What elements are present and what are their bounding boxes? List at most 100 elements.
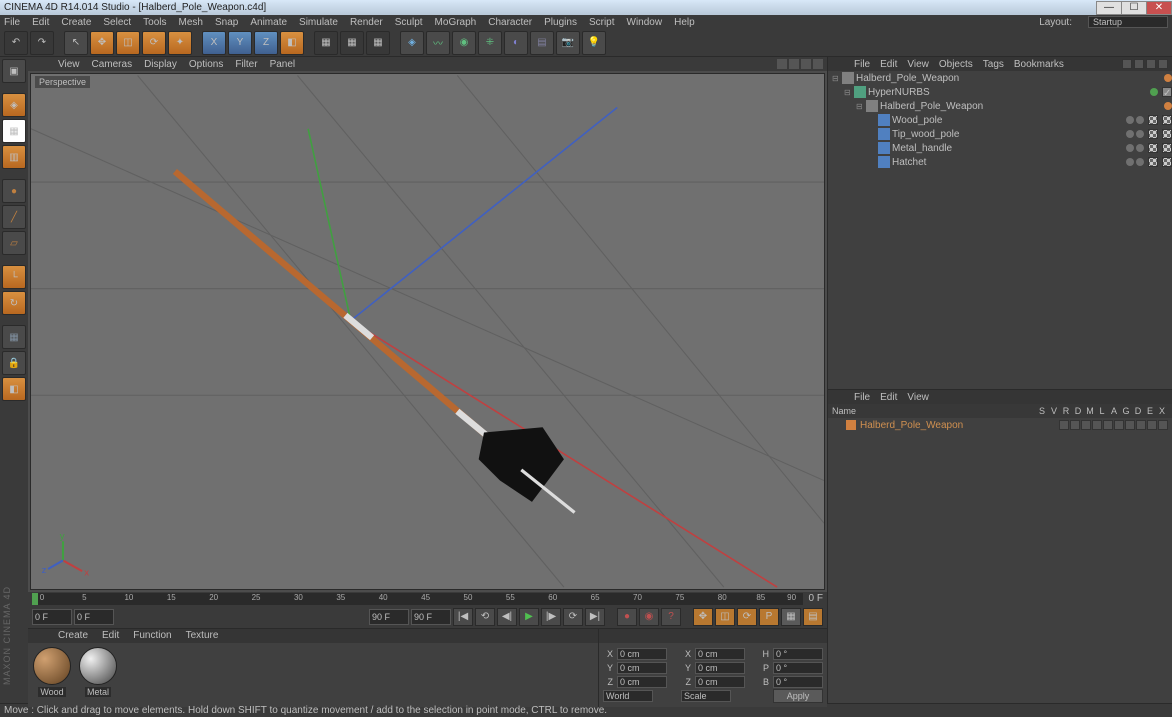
menu-mesh[interactable]: Mesh	[179, 17, 203, 28]
render-pv[interactable]: ▦	[340, 31, 364, 55]
vis-dot-icon[interactable]	[1136, 130, 1144, 138]
goto-start-button[interactable]: |◀	[453, 608, 473, 626]
snap-toggle[interactable]: ▦	[2, 325, 26, 349]
menu-mograph[interactable]: MoGraph	[435, 17, 477, 28]
texture-tag-icon[interactable]	[1148, 143, 1158, 153]
array-tool[interactable]: ⁜	[478, 31, 502, 55]
tree-row[interactable]: Wood_pole	[828, 113, 1172, 127]
workplane-mode[interactable]: ▥	[2, 145, 26, 169]
vis-dot-icon[interactable]	[1126, 158, 1134, 166]
menu-window[interactable]: Window	[627, 17, 663, 28]
nurbs-tool[interactable]: ◉	[452, 31, 476, 55]
menu-render[interactable]: Render	[350, 17, 383, 28]
om-layout-icon[interactable]	[1158, 59, 1168, 69]
am-file[interactable]: File	[854, 392, 870, 403]
vp-cameras[interactable]: Cameras	[92, 59, 133, 70]
frame-end-val[interactable]	[369, 609, 409, 625]
move-tool[interactable]: ✥	[90, 31, 114, 55]
coord-mode-select[interactable]: Scale	[681, 690, 731, 702]
undo-button[interactable]: ↶	[4, 31, 28, 55]
timeline-playhead[interactable]	[32, 593, 38, 605]
tree-row[interactable]: ⊟Halberd_Pole_Weapon	[828, 99, 1172, 113]
prev-key-button[interactable]: ⟲	[475, 608, 495, 626]
attr-toggle-icon[interactable]	[1114, 420, 1124, 430]
apply-button[interactable]: Apply	[773, 689, 823, 703]
vp-nav-icon[interactable]	[813, 59, 823, 69]
vp-nav-icon[interactable]	[789, 59, 799, 69]
coord-input[interactable]	[617, 648, 667, 660]
expand-icon[interactable]: ⊟	[856, 102, 866, 111]
goto-end-button[interactable]: ▶|	[585, 608, 605, 626]
vis-dot-icon[interactable]	[1136, 116, 1144, 124]
texture-mode[interactable]: ▦	[2, 119, 26, 143]
close-button[interactable]: ✕	[1146, 1, 1172, 15]
next-key-button[interactable]: ⟳	[563, 608, 583, 626]
key-pla-button[interactable]: ▦	[781, 608, 801, 626]
coord-input[interactable]	[617, 676, 667, 688]
coord-input[interactable]	[773, 662, 823, 674]
material-item[interactable]: Metal	[78, 647, 118, 703]
om-file[interactable]: File	[854, 59, 870, 70]
vp-nav-icon[interactable]	[777, 59, 787, 69]
next-frame-button[interactable]: |▶	[541, 608, 561, 626]
viewport-3d[interactable]: Perspective	[30, 73, 825, 590]
om-bookmarks[interactable]: Bookmarks	[1014, 59, 1064, 70]
object-mode[interactable]: ◈	[2, 93, 26, 117]
texture-tag-icon[interactable]	[1162, 143, 1172, 153]
edge-mode[interactable]: ╱	[2, 205, 26, 229]
attr-toggle-icon[interactable]	[1070, 420, 1080, 430]
camera-tool[interactable]: 📷	[556, 31, 580, 55]
mat-edit[interactable]: Edit	[102, 630, 119, 641]
menu-simulate[interactable]: Simulate	[299, 17, 338, 28]
mat-create[interactable]: Create	[58, 630, 88, 641]
texture-tag-icon[interactable]	[1148, 157, 1158, 167]
mat-texture[interactable]: Texture	[186, 630, 219, 641]
tag-icon[interactable]: ✓	[1162, 87, 1172, 97]
coord-input[interactable]	[773, 676, 823, 688]
deformer-tool[interactable]: ◐	[504, 31, 528, 55]
point-mode[interactable]: ●	[2, 179, 26, 203]
coord-input[interactable]	[695, 676, 745, 688]
menu-plugins[interactable]: Plugins	[544, 17, 577, 28]
vis-dot-icon[interactable]	[1126, 144, 1134, 152]
y-axis-lock[interactable]: Y	[228, 31, 252, 55]
menu-animate[interactable]: Animate	[250, 17, 287, 28]
menu-sculpt[interactable]: Sculpt	[395, 17, 423, 28]
mat-function[interactable]: Function	[133, 630, 171, 641]
coord-system[interactable]: ◧	[280, 31, 304, 55]
vp-options[interactable]: Options	[189, 59, 223, 70]
autokey-button[interactable]: ◉	[639, 608, 659, 626]
frame-start[interactable]	[32, 609, 72, 625]
texture-tag-icon[interactable]	[1148, 115, 1158, 125]
key-param-button[interactable]: P	[759, 608, 779, 626]
vp-display[interactable]: Display	[144, 59, 177, 70]
last-tool[interactable]: ✦	[168, 31, 192, 55]
om-tags[interactable]: Tags	[983, 59, 1004, 70]
axis-mode[interactable]: └	[2, 265, 26, 289]
coord-input[interactable]	[695, 662, 745, 674]
om-filter-icon[interactable]	[1146, 59, 1156, 69]
spline-primitive[interactable]: 〰	[426, 31, 450, 55]
workplane-toggle[interactable]: ◧	[2, 377, 26, 401]
frame-start-val[interactable]	[74, 609, 114, 625]
texture-tag-icon[interactable]	[1148, 129, 1158, 139]
menu-script[interactable]: Script	[589, 17, 615, 28]
key-opt-button[interactable]: ▤	[803, 608, 823, 626]
render-settings[interactable]: ▦	[366, 31, 390, 55]
menu-tools[interactable]: Tools	[143, 17, 166, 28]
scale-tool[interactable]: ◫	[116, 31, 140, 55]
tree-row[interactable]: Metal_handle	[828, 141, 1172, 155]
om-objects[interactable]: Objects	[939, 59, 973, 70]
layer-dot-icon[interactable]	[1164, 74, 1172, 82]
timeline-ruler[interactable]: 0 5 10 15 20 25 30 35 40 45 50 55 60 65 …	[28, 592, 827, 606]
vis-dot-icon[interactable]	[1126, 130, 1134, 138]
coord-input[interactable]	[617, 662, 667, 674]
om-view[interactable]: View	[907, 59, 929, 70]
lock-toggle[interactable]: 🔒	[2, 351, 26, 375]
frame-end[interactable]	[411, 609, 451, 625]
light-tool[interactable]: 💡	[582, 31, 606, 55]
menu-snap[interactable]: Snap	[215, 17, 238, 28]
attr-toggle-icon[interactable]	[1081, 420, 1091, 430]
tree-row[interactable]: ⊟Halberd_Pole_Weapon	[828, 71, 1172, 85]
prev-frame-button[interactable]: ◀|	[497, 608, 517, 626]
